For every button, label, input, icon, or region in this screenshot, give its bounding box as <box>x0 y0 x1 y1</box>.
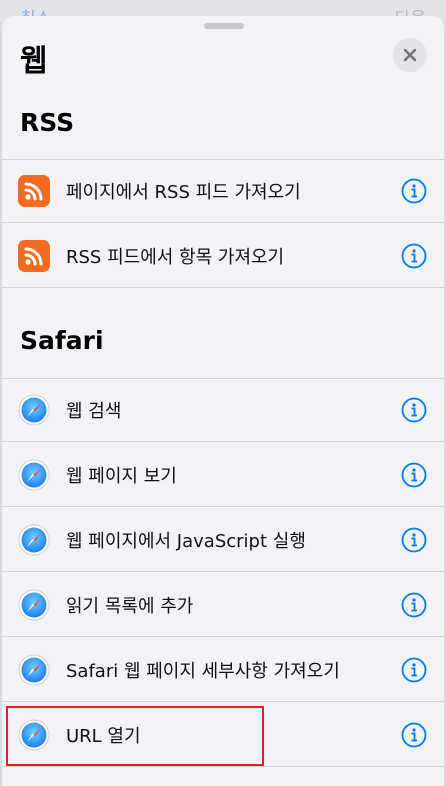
rss-icon <box>18 240 50 272</box>
info-icon[interactable] <box>401 243 427 269</box>
action-label: 읽기 목록에 추가 <box>66 596 194 617</box>
safari-compass-icon <box>18 719 50 751</box>
info-icon[interactable] <box>401 178 427 204</box>
divider <box>2 441 444 442</box>
divider <box>2 701 444 702</box>
divider <box>2 636 444 637</box>
action-label: RSS 피드에서 항목 가져오기 <box>66 247 285 268</box>
info-icon[interactable] <box>401 722 427 748</box>
sheet-title: 웹 <box>20 44 48 79</box>
divider <box>2 378 444 379</box>
safari-compass-icon <box>18 394 50 426</box>
close-button[interactable] <box>393 38 427 72</box>
divider <box>2 506 444 507</box>
action-label: 웹 페이지 보기 <box>66 466 177 487</box>
rss-icon <box>18 175 50 207</box>
section-header-rss: RSS <box>20 108 75 137</box>
divider <box>2 159 444 160</box>
action-row-add-reading-list[interactable]: 읽기 목록에 추가 <box>2 573 444 637</box>
info-icon[interactable] <box>401 657 427 683</box>
action-label: Safari 웹 페이지 세부사항 가져오기 <box>66 661 340 682</box>
action-row-safari-details[interactable]: Safari 웹 페이지 세부사항 가져오기 <box>2 638 444 702</box>
action-row-rss-items[interactable]: RSS 피드에서 항목 가져오기 <box>2 224 444 288</box>
info-icon[interactable] <box>401 592 427 618</box>
action-label: 웹 검색 <box>66 401 122 422</box>
divider <box>2 287 444 288</box>
safari-compass-icon <box>18 654 50 686</box>
safari-compass-icon <box>18 459 50 491</box>
info-icon[interactable] <box>401 527 427 553</box>
info-icon[interactable] <box>401 462 427 488</box>
safari-compass-icon <box>18 589 50 621</box>
action-picker-sheet: 웹 RSS 페이지에서 RSS 피드 가져오기 RSS 피드에서 항목 가져오기… <box>2 16 444 786</box>
action-row-open-url[interactable]: URL 열기 <box>2 703 444 767</box>
section-header-safari: Safari <box>20 326 104 355</box>
action-row-show-web-page[interactable]: 웹 페이지 보기 <box>2 443 444 507</box>
divider <box>2 571 444 572</box>
close-icon <box>403 48 417 62</box>
action-label: URL 열기 <box>66 726 141 747</box>
divider <box>2 766 444 767</box>
sheet-grabber[interactable] <box>204 23 244 29</box>
action-label: 웹 페이지에서 JavaScript 실행 <box>66 531 306 552</box>
safari-compass-icon <box>18 524 50 556</box>
action-row-rss-from-page[interactable]: 페이지에서 RSS 피드 가져오기 <box>2 159 444 223</box>
info-icon[interactable] <box>401 397 427 423</box>
action-row-web-search[interactable]: 웹 검색 <box>2 378 444 442</box>
divider <box>2 222 444 223</box>
action-row-run-javascript[interactable]: 웹 페이지에서 JavaScript 실행 <box>2 508 444 572</box>
action-label: 페이지에서 RSS 피드 가져오기 <box>66 182 301 203</box>
